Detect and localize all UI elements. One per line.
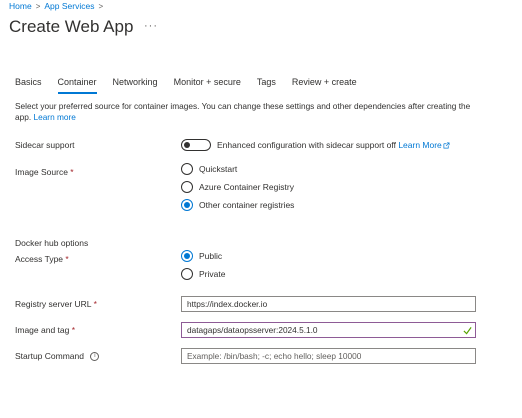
sidecar-learn-more-label: Learn More (398, 140, 442, 150)
radio-label: Public (199, 251, 223, 261)
breadcrumb-separator: > (35, 1, 41, 11)
breadcrumb-home-link[interactable]: Home (9, 1, 32, 11)
registry-url-label: Registry server URL * (15, 299, 97, 309)
tab-monitor-secure[interactable]: Monitor + secure (174, 76, 241, 94)
radio-private[interactable]: Private (181, 268, 225, 280)
docker-hub-options-header: Docker hub options (15, 238, 89, 248)
required-asterisk: * (71, 325, 76, 335)
page-title: Create Web App (9, 17, 134, 36)
radio-label: Quickstart (199, 164, 238, 174)
required-asterisk: * (93, 299, 97, 309)
radio-circle[interactable] (181, 163, 193, 175)
tab-networking[interactable]: Networking (113, 76, 158, 94)
breadcrumb-separator: > (98, 1, 104, 11)
sidecar-support-label: Sidecar support (15, 140, 75, 150)
container-description: Select your preferred source for contain… (15, 101, 485, 123)
sidecar-status-text: Enhanced configuration with sidecar supp… (217, 140, 396, 150)
radio-label: Private (199, 269, 226, 279)
image-source-label-text: Image Source (15, 167, 68, 177)
tab-bar: Basics Container Networking Monitor + se… (15, 76, 373, 94)
sidecar-toggle[interactable] (181, 139, 211, 151)
tab-container[interactable]: Container (57, 76, 97, 94)
radio-quickstart[interactable]: Quickstart (181, 163, 237, 175)
tab-basics[interactable]: Basics (15, 76, 42, 94)
required-asterisk: * (65, 254, 69, 264)
radio-circle-selected[interactable] (181, 199, 193, 211)
required-asterisk: * (70, 167, 74, 177)
breadcrumb-app-services-link[interactable]: App Services (44, 1, 94, 11)
radio-label: Other container registries (199, 200, 295, 210)
valid-check-icon (463, 327, 472, 335)
sidecar-toggle-text: Enhanced configuration with sidecar supp… (217, 140, 450, 150)
image-source-label: Image Source * (15, 167, 74, 177)
image-tag-label-text: Image and tag (15, 325, 70, 335)
access-type-label-text: Access Type (15, 254, 64, 264)
tab-tags[interactable]: Tags (257, 76, 276, 94)
more-options-icon[interactable]: ··· (144, 20, 158, 32)
image-tag-label: Image and tag * (15, 325, 75, 335)
access-type-label: Access Type * (15, 254, 69, 264)
radio-label: Azure Container Registry (199, 182, 294, 192)
radio-circle[interactable] (181, 181, 193, 193)
toggle-knob (184, 142, 190, 148)
sidecar-learn-more-link[interactable]: Learn More (398, 140, 450, 150)
radio-circle-selected[interactable] (181, 250, 193, 262)
breadcrumb: Home > App Services > (9, 1, 103, 11)
radio-circle[interactable] (181, 268, 193, 280)
learn-more-link[interactable]: Learn more (33, 112, 75, 122)
startup-command-label: Startup Command i (15, 351, 100, 362)
startup-command-input[interactable]: Example: /bin/bash; -c; echo hello; slee… (181, 348, 476, 364)
radio-azure-container-registry[interactable]: Azure Container Registry (181, 181, 294, 193)
startup-command-label-text: Startup Command (15, 351, 84, 361)
external-link-icon (443, 142, 450, 149)
tab-review-create[interactable]: Review + create (292, 76, 357, 94)
radio-other-container-registries[interactable]: Other container registries (181, 199, 294, 211)
registry-server-url-input[interactable]: https://index.docker.io (181, 296, 476, 312)
registry-url-label-text: Registry server URL (15, 299, 92, 309)
info-icon[interactable]: i (90, 352, 100, 362)
radio-public[interactable]: Public (181, 250, 222, 262)
image-and-tag-input[interactable]: datagaps/dataopsserver:2024.5.1.0 (181, 322, 476, 338)
description-text: Select your preferred source for contain… (15, 101, 471, 122)
